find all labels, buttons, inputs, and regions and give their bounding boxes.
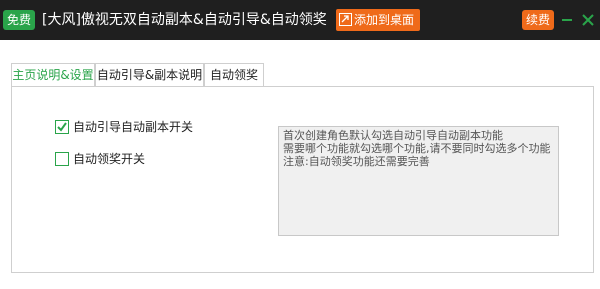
auto-reward-checkbox[interactable] xyxy=(55,152,69,166)
tab-auto-reward[interactable]: 自动领奖 xyxy=(204,63,264,86)
auto-reward-label: 自动领奖开关 xyxy=(73,152,146,166)
tab-home-settings[interactable]: 主页说明&设置 xyxy=(11,63,95,86)
info-line: 注意:自动领奖功能还需要完善 xyxy=(283,155,430,168)
free-badge: 免费 xyxy=(3,10,35,30)
add-to-desktop-label: 添加到桌面 xyxy=(354,13,415,27)
close-button[interactable] xyxy=(579,11,597,29)
close-icon xyxy=(582,14,594,26)
add-to-desktop-button[interactable]: 添加到桌面 xyxy=(336,9,420,31)
checkmark-icon xyxy=(57,122,67,132)
minimize-button[interactable] xyxy=(558,11,576,29)
title-bar: 免费 [大风]傲视无双自动副本&自动引导&自动领奖 添加到桌面 续费 xyxy=(0,0,600,40)
auto-guide-dungeon-label: 自动引导自动副本开关 xyxy=(73,120,194,134)
info-textbox[interactable]: 首次创建角色默认勾选自动引导自动副本功能 需要哪个功能就勾选哪个功能,请不要同时… xyxy=(278,126,559,236)
app-title: [大风]傲视无双自动副本&自动引导&自动领奖 xyxy=(42,12,327,28)
renew-button[interactable]: 续费 xyxy=(522,10,554,30)
add-to-desktop-icon xyxy=(339,13,352,26)
info-line: 需要哪个功能就勾选哪个功能,请不要同时勾选多个功能 xyxy=(283,142,551,155)
info-line: 首次创建角色默认勾选自动引导自动副本功能 xyxy=(283,129,503,142)
tab-guide-dungeon-info[interactable]: 自动引导&副本说明 xyxy=(95,63,204,86)
auto-guide-dungeon-checkbox[interactable] xyxy=(55,120,69,134)
minimize-icon xyxy=(562,19,572,21)
